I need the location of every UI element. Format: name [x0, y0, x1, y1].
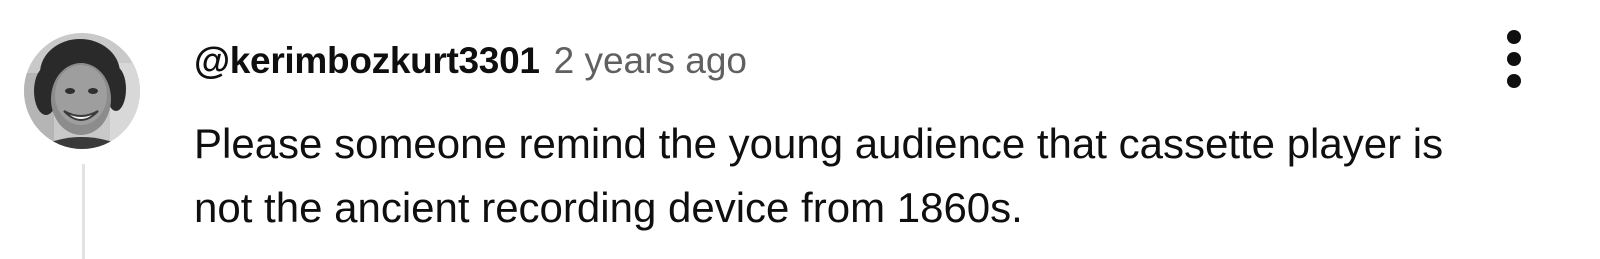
- comment-text-line: Please someone remind the young audience…: [194, 120, 1444, 167]
- more-vertical-icon: [1507, 30, 1521, 44]
- comment-item: @kerimbozkurt3301 2 years ago Please som…: [0, 0, 1600, 259]
- avatar[interactable]: [24, 33, 140, 149]
- comment-header: @kerimbozkurt3301 2 years ago: [194, 40, 747, 86]
- comment-timestamp[interactable]: 2 years ago: [554, 40, 747, 82]
- more-vertical-icon: [1507, 52, 1521, 66]
- comment-text-line: not the ancient recording device from 18…: [194, 184, 1023, 231]
- comment-author[interactable]: @kerimbozkurt3301: [194, 40, 540, 82]
- avatar-photo-icon: [24, 33, 140, 149]
- more-actions-button[interactable]: [1488, 26, 1540, 92]
- comment-text: Please someone remind the young audience…: [194, 112, 1564, 240]
- more-vertical-icon: [1507, 74, 1521, 88]
- thread-line: [82, 164, 85, 259]
